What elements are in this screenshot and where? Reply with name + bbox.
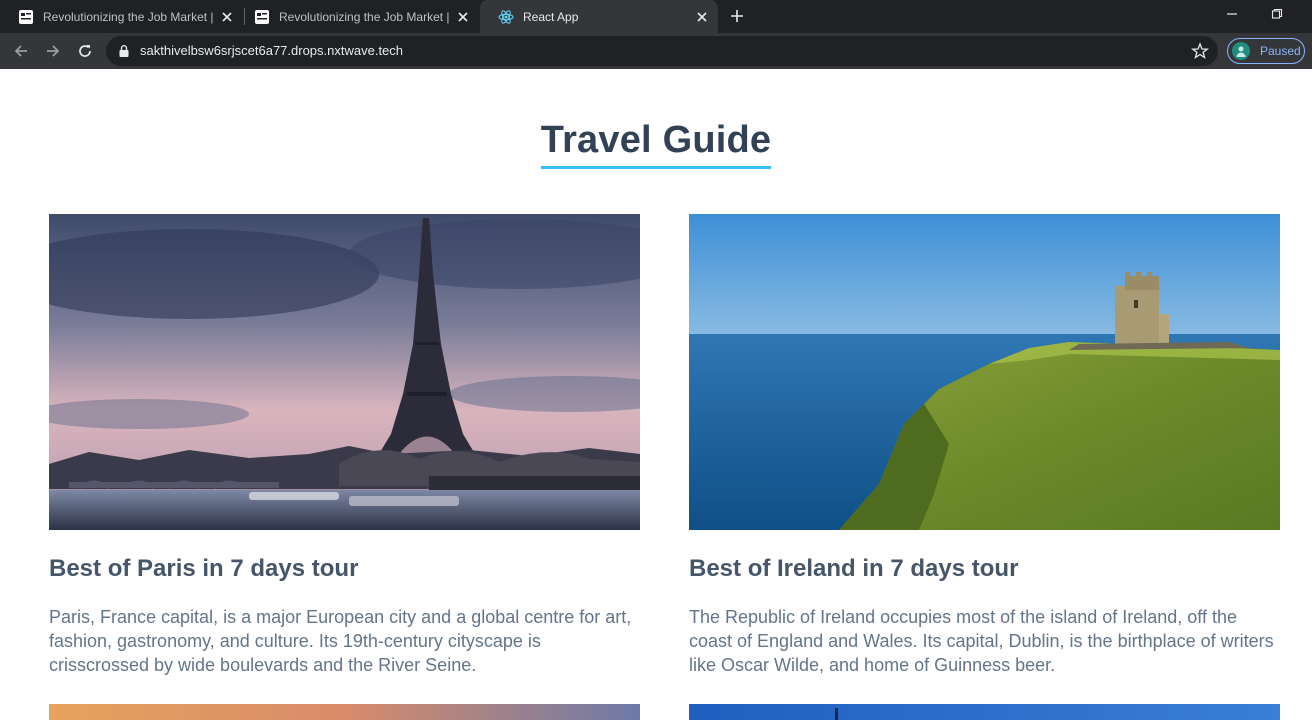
forward-arrow-icon[interactable]: [42, 40, 64, 62]
minimize-window-icon[interactable]: [1220, 4, 1244, 24]
sunset-image: [49, 704, 640, 720]
tab-title: React App: [523, 9, 579, 24]
profile-status-label: Paused: [1260, 44, 1301, 58]
card-title: Best of Paris in 7 days tour: [49, 555, 359, 582]
cliffs-of-moher-image: [689, 214, 1280, 530]
card-description: Paris, France capital, is a major Europe…: [49, 607, 632, 675]
close-tab-icon[interactable]: [219, 9, 235, 25]
tab-title: Revolutionizing the Job Market |: [43, 9, 214, 24]
travel-card-paris: Best of Paris in 7 days tour Paris, Fran…: [49, 214, 640, 677]
browser-tab-1[interactable]: Revolutionizing the Job Market |: [0, 0, 243, 33]
travel-card-image-partial: [689, 704, 1280, 720]
lock-icon: [119, 45, 129, 57]
heading-container: Travel Guide: [0, 119, 1312, 169]
bookmark-star-icon[interactable]: [1191, 42, 1209, 60]
tab-title: Revolutionizing the Job Market |: [279, 9, 450, 24]
close-tab-icon[interactable]: [694, 9, 710, 25]
travel-card-ireland: Best of Ireland in 7 days tour The Repub…: [689, 214, 1280, 677]
eiffel-tower-image: [49, 214, 640, 530]
page-title: Travel Guide: [540, 119, 772, 169]
close-tab-icon[interactable]: [455, 9, 471, 25]
address-bar[interactable]: sakthivelbsw6srjscet6a77.drops.nxtwave.t…: [106, 36, 1218, 66]
browser-tab-active[interactable]: React App: [480, 0, 718, 33]
page-content: Travel Guide Best of Paris in 7 days tou…: [0, 69, 1312, 720]
card-title: Best of Ireland in 7 days tour: [689, 555, 1019, 582]
back-arrow-icon[interactable]: [10, 40, 32, 62]
new-tab-plus-icon[interactable]: [727, 6, 747, 26]
browser-tab-2[interactable]: Revolutionizing the Job Market |: [236, 0, 479, 33]
site-favicon-icon: [18, 9, 34, 25]
browser-tab-bar: Revolutionizing the Job Market | Revolut…: [0, 0, 1312, 33]
travel-card-image-partial: [49, 704, 640, 720]
profile-button[interactable]: Paused: [1227, 38, 1305, 64]
site-favicon-icon: [254, 9, 270, 25]
restore-window-icon[interactable]: [1265, 4, 1289, 24]
reload-icon[interactable]: [74, 40, 96, 62]
profile-avatar-icon: [1232, 42, 1250, 60]
react-logo-icon: [498, 9, 514, 25]
url-text: sakthivelbsw6srjscet6a77.drops.nxtwave.t…: [140, 43, 404, 58]
card-description: The Republic of Ireland occupies most of…: [689, 607, 1274, 675]
blue-sky-image: [689, 704, 1280, 720]
browser-toolbar: sakthivelbsw6srjscet6a77.drops.nxtwave.t…: [0, 33, 1312, 69]
